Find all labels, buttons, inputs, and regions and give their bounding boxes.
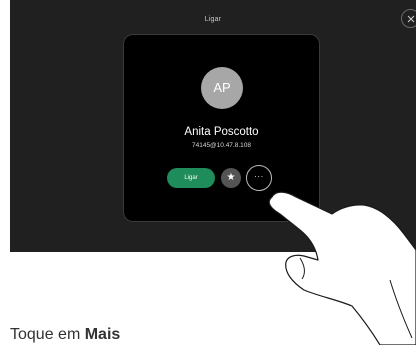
caption-emphasis: Mais xyxy=(84,326,121,343)
caption-text: Toque em xyxy=(10,326,85,343)
instruction-caption: Toque em Mais xyxy=(10,326,120,344)
pointing-hand-illustration xyxy=(268,191,416,345)
